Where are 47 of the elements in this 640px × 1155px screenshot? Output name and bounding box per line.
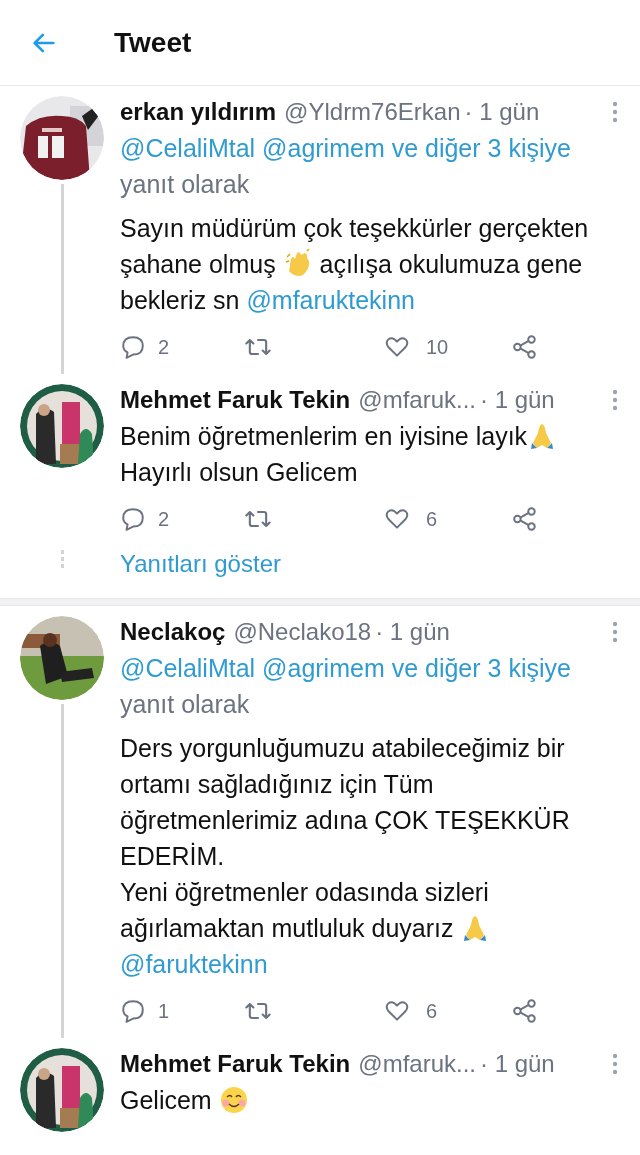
like-button[interactable]: 6 [384, 504, 512, 534]
smiling-face-icon [218, 1085, 249, 1115]
mention-link[interactable]: @mfaruktekinn [246, 286, 415, 314]
share-icon [512, 334, 538, 360]
tweet-time: · 1 gün [480, 385, 555, 415]
like-button[interactable]: 6 [384, 996, 512, 1026]
author-name: Mehmet Faruk Tekin [120, 1049, 351, 1079]
dotted-line-icon [60, 550, 64, 568]
author-handle: @Neclako18 [233, 617, 372, 647]
mention-link[interactable]: @CelaliMtal [120, 654, 256, 682]
share-button[interactable] [512, 506, 538, 532]
author-name: erkan yıldırım [120, 97, 277, 127]
tweet-time: · 1 gün [464, 97, 540, 127]
speech-bubble-icon [120, 998, 146, 1024]
tweet-text: Gelicem [120, 1082, 618, 1118]
tweet-text: Sayın müdürüm çok teşekkürler gerçekten şahane olmuş açılışa okulumuza gene bekleriz sn @mfaruktekinn [120, 213, 590, 316]
share-button[interactable] [512, 998, 538, 1024]
reply-button[interactable]: 2 [120, 504, 244, 534]
more-icon[interactable] [612, 100, 618, 124]
more-icon[interactable] [612, 1052, 618, 1076]
mention-link[interactable]: @agrimem ve diğer 3 kişiye [262, 134, 571, 162]
share-button[interactable] [512, 334, 538, 360]
reply-button[interactable]: 1 [120, 996, 244, 1026]
author-handle: @Yldrm76Erkan [284, 97, 461, 127]
author-handle: @mfaruk... [358, 385, 476, 415]
reply-context: @CelaliMtal @agrimem ve diğer 3 kişiye yanıt olarak [120, 133, 572, 200]
more-icon[interactable] [612, 620, 618, 644]
speech-bubble-icon [120, 506, 146, 532]
more-icon[interactable] [612, 388, 618, 412]
tweet-time: · 1 gün [480, 1049, 555, 1079]
author-name: Mehmet Faruk Tekin [120, 385, 351, 415]
mention-link[interactable]: @faruktekinn [120, 950, 268, 978]
author-handle: @mfaruk... [358, 1049, 476, 1079]
share-icon [512, 506, 538, 532]
page-title: Tweet [114, 25, 192, 60]
tweet-text: Benim öğretmenlerim en iyisine layık Hayırlı olsun Gelicem [120, 418, 618, 490]
reply-context: @CelaliMtal @agrimem ve diğer 3 kişiye yanıt olarak [120, 653, 572, 720]
speech-bubble-icon [120, 334, 146, 360]
mention-link[interactable]: @agrimem ve diğer 3 kişiye [262, 654, 571, 682]
tweet-time: · 1 gün [375, 617, 450, 647]
tweet-text: Ders yorgunluğumuzu atabileceğimiz bir ortamı sağladığınız için Tüm öğretmenlerimiz adına ÇOK TEŞEKKÜR EDERİM. Yeni öğretmenler odasında sizleri ağırlamaktan mutluluk duyarız @faruktekinn [120, 733, 571, 980]
author-name: Neclakoç [120, 617, 226, 647]
reply-button[interactable]: 2 [120, 332, 244, 362]
show-replies-link[interactable]: Yanıtları göster [120, 546, 618, 582]
like-button[interactable]: 10 [384, 332, 512, 362]
share-icon [512, 998, 538, 1024]
mention-link[interactable]: @CelaliMtal [120, 134, 256, 162]
